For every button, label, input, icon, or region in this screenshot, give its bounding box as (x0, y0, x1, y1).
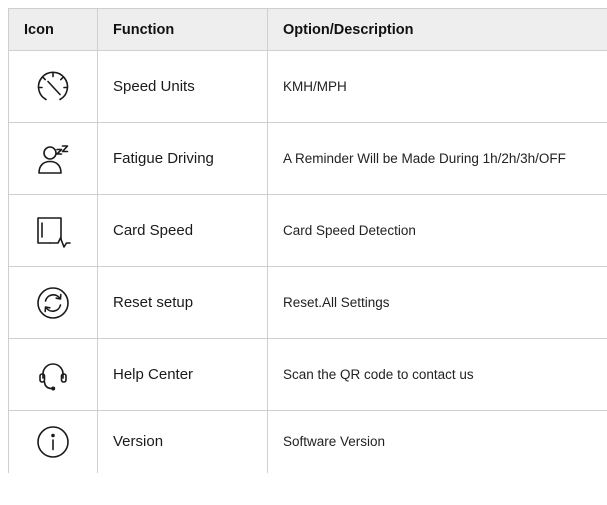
header-function: Function (97, 8, 268, 51)
headset-icon (9, 358, 97, 392)
header-icon: Icon (8, 8, 98, 51)
settings-table: Icon Function Option/Description Speed U… (8, 8, 607, 473)
function-description: Scan the QR code to contact us (267, 338, 607, 411)
header-description: Option/Description (267, 8, 607, 51)
icon-cell (8, 194, 98, 267)
table-row: Reset setup Reset.All Settings (8, 266, 607, 339)
function-name: Fatigue Driving (97, 122, 268, 195)
icon-cell (8, 50, 98, 123)
table-row: Version Software Version (8, 410, 607, 473)
icon-cell (8, 410, 98, 473)
table-row: Card Speed Card Speed Detection (8, 194, 607, 267)
function-description: KMH/MPH (267, 50, 607, 123)
reset-icon (9, 286, 97, 320)
function-name: Help Center (97, 338, 268, 411)
function-name: Speed Units (97, 50, 268, 123)
table-header-row: Icon Function Option/Description (8, 8, 607, 51)
fatigue-sleep-icon (9, 142, 97, 176)
icon-cell (8, 266, 98, 339)
icon-cell (8, 338, 98, 411)
function-description: A Reminder Will be Made During 1h/2h/3h/… (267, 122, 607, 195)
function-name: Card Speed (97, 194, 268, 267)
function-name: Reset setup (97, 266, 268, 339)
card-speed-icon (9, 214, 97, 248)
table-row: Help Center Scan the QR code to contact … (8, 338, 607, 411)
function-description: Card Speed Detection (267, 194, 607, 267)
function-description: Software Version (267, 410, 607, 473)
info-icon (9, 425, 97, 459)
table-row: Speed Units KMH/MPH (8, 50, 607, 123)
icon-cell (8, 122, 98, 195)
function-description: Reset.All Settings (267, 266, 607, 339)
speedometer-icon (9, 70, 97, 104)
table-row: Fatigue Driving A Reminder Will be Made … (8, 122, 607, 195)
function-name: Version (97, 410, 268, 473)
